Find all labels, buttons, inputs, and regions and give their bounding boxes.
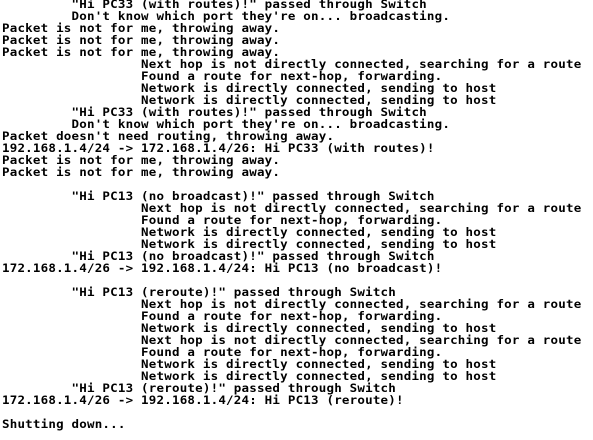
console-output: "Hi PC33 (with routes)!" passed through … — [2, 0, 581, 431]
console-line: 172.168.1.4/26 -> 192.168.1.4/24: Hi PC1… — [2, 261, 443, 275]
console-line: Packet is not for me, throwing away. — [2, 165, 281, 179]
console-line: Shutting down... — [2, 417, 126, 431]
console-window[interactable]: "Hi PC33 (with routes)!" passed through … — [0, 0, 593, 440]
console-line: 172.168.1.4/26 -> 192.168.1.4/24: Hi PC1… — [2, 393, 404, 407]
